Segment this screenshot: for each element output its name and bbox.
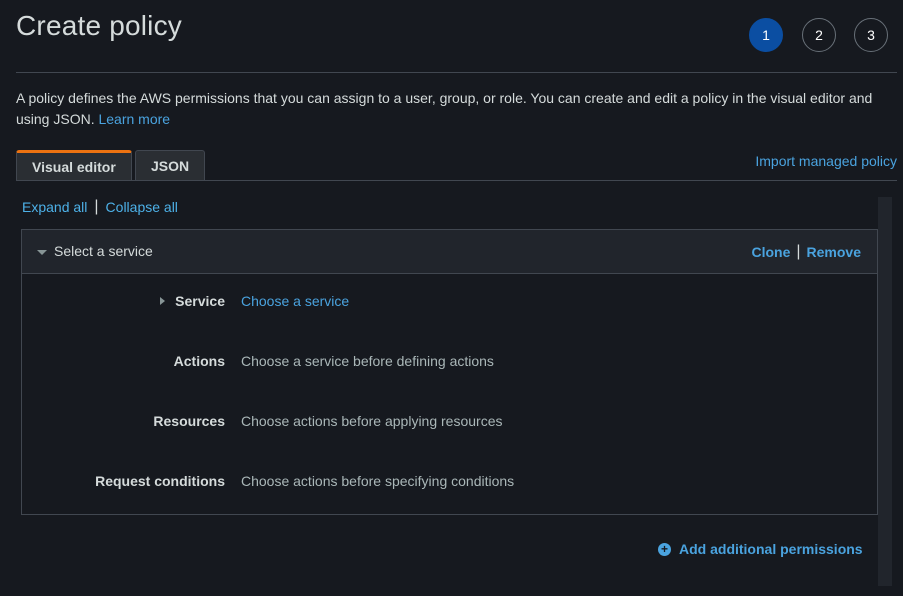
actions-row: Actions Choose a service before defining… (22, 353, 877, 373)
caret-right-icon[interactable] (160, 297, 165, 305)
choose-service-link[interactable]: Choose a service (241, 293, 349, 309)
policy-statement-panel: Select a service Clone | Remove Service … (21, 229, 878, 515)
service-row: Service Choose a service (22, 293, 877, 313)
vertical-scrollbar[interactable] (878, 197, 892, 586)
resources-value: Choose actions before applying resources (241, 413, 503, 429)
learn-more-link[interactable]: Learn more (98, 111, 170, 127)
tab-visual-editor[interactable]: Visual editor (16, 150, 132, 181)
request-conditions-value: Choose actions before specifying conditi… (241, 473, 515, 489)
expand-collapse-controls: Expand all | Collapse all (22, 198, 178, 216)
statement-title: Select a service (54, 243, 153, 259)
request-conditions-row: Request conditions Choose actions before… (22, 473, 877, 493)
tab-json[interactable]: JSON (135, 150, 205, 181)
statement-actions: Clone | Remove (751, 243, 861, 261)
collapse-all-link[interactable]: Collapse all (106, 199, 178, 215)
remove-button[interactable]: Remove (807, 244, 861, 260)
tabs-divider (16, 180, 897, 181)
step-3[interactable]: 3 (854, 18, 888, 52)
add-additional-permissions-button[interactable]: + Add additional permissions (658, 541, 863, 557)
page-title: Create policy (16, 10, 183, 41)
create-policy-page: Create policy 1 2 3 A policy defines the… (0, 0, 903, 596)
policy-description: A policy defines the AWS permissions tha… (16, 88, 896, 130)
expand-all-link[interactable]: Expand all (22, 199, 87, 215)
statement-header[interactable]: Select a service Clone | Remove (22, 230, 877, 274)
step-2[interactable]: 2 (802, 18, 836, 52)
resources-row: Resources Choose actions before applying… (22, 413, 877, 433)
actions-separator: | (796, 243, 801, 260)
request-conditions-label: Request conditions (95, 473, 225, 489)
caret-down-icon[interactable] (37, 250, 47, 255)
actions-value: Choose a service before defining actions (241, 353, 494, 369)
header-divider (16, 72, 897, 73)
actions-label: Actions (173, 353, 225, 369)
service-label: Service (175, 293, 225, 309)
expand-separator: | (94, 198, 99, 215)
resources-label: Resources (153, 413, 225, 429)
import-managed-policy-link[interactable]: Import managed policy (755, 153, 897, 169)
step-1[interactable]: 1 (749, 18, 783, 52)
plus-circle-icon: + (658, 542, 671, 556)
add-permissions-label: Add additional permissions (679, 541, 863, 557)
clone-button[interactable]: Clone (751, 244, 790, 260)
